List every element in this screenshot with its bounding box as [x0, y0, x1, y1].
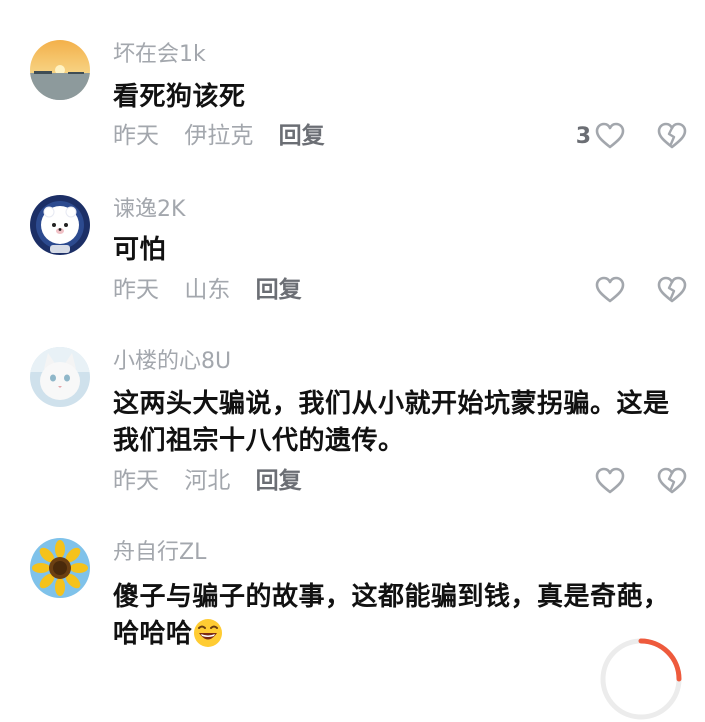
- like-button[interactable]: [591, 274, 625, 306]
- loading-ring-icon: [600, 638, 682, 720]
- reply-button[interactable]: 回复: [279, 123, 325, 149]
- heart-icon: [595, 276, 625, 303]
- comment-location: 山东: [184, 277, 231, 303]
- like-button[interactable]: 3: [576, 120, 625, 152]
- comment-text: 可怕: [113, 235, 167, 265]
- sunflower-avatar-icon: [30, 538, 90, 598]
- avatar[interactable]: [30, 195, 90, 255]
- comment-text: 这两头大骗说，我们从小就开始坑蒙拐骗。这是我们祖宗十八代的遗传。: [113, 389, 670, 456]
- sunset-avatar-icon: [30, 40, 90, 100]
- reply-button[interactable]: 回复: [256, 277, 302, 303]
- comment-location: 河北: [184, 468, 231, 494]
- avatar[interactable]: [30, 40, 90, 100]
- broken-heart-icon: [657, 467, 687, 494]
- like-count: 3: [575, 123, 591, 149]
- broken-heart-icon: [657, 276, 687, 303]
- astronaut-bear-avatar-icon: [30, 195, 90, 255]
- dislike-button[interactable]: [657, 465, 687, 497]
- heart-icon: [595, 122, 625, 149]
- comment-meta: 昨天 山东 回复: [113, 274, 320, 306]
- username[interactable]: 小楼的心8U: [113, 347, 231, 377]
- comment-list: 坏在会1k 看死狗该死 昨天 伊拉克 回复 3 谏逸2K 可怕 昨天 山东 回复…: [0, 0, 705, 720]
- comment-time: 昨天: [113, 123, 159, 149]
- username[interactable]: 坏在会1k: [113, 40, 206, 70]
- dislike-button[interactable]: [657, 120, 687, 152]
- username[interactable]: 舟自行ZL: [113, 538, 206, 568]
- comment-text: 看死狗该死: [113, 82, 246, 112]
- username[interactable]: 谏逸2K: [113, 195, 185, 225]
- comment-location: 伊拉克: [184, 123, 254, 149]
- grinning-emoji-icon: [193, 619, 222, 647]
- broken-heart-icon: [657, 122, 687, 149]
- dislike-button[interactable]: [657, 274, 687, 306]
- avatar[interactable]: [30, 538, 90, 598]
- reply-button[interactable]: 回复: [256, 468, 302, 494]
- comment-meta: 昨天 河北 回复: [113, 465, 320, 497]
- avatar[interactable]: [30, 347, 90, 407]
- comment-time: 昨天: [113, 277, 159, 303]
- like-button[interactable]: [591, 465, 625, 497]
- comment-meta: 昨天 伊拉克 回复: [113, 120, 343, 152]
- white-cat-avatar-icon: [30, 347, 90, 407]
- comment-time: 昨天: [113, 468, 159, 494]
- heart-icon: [595, 467, 625, 494]
